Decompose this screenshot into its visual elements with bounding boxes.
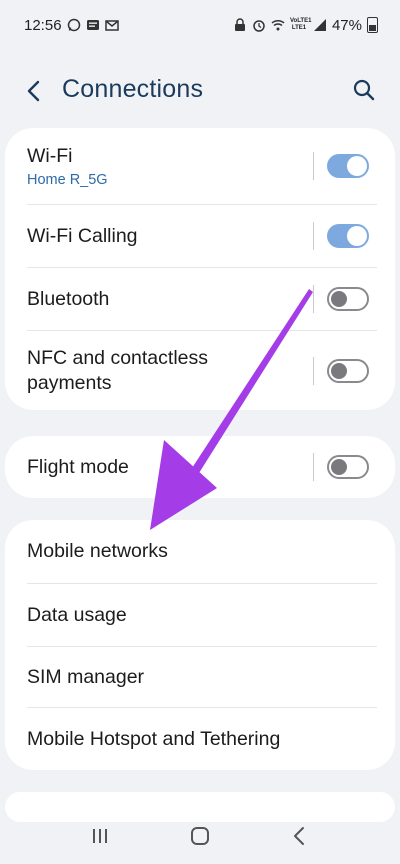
wifi-separator xyxy=(313,152,314,180)
nfc-text: NFC and contactless payments xyxy=(27,346,208,396)
battery-icon xyxy=(367,17,378,33)
connectivity-card: Wi-Fi Home R_5G Wi-Fi Calling Bluetooth … xyxy=(5,128,395,410)
search-icon[interactable] xyxy=(352,78,376,102)
nfc-toggle-knob xyxy=(331,363,347,379)
wifi-calling-separator xyxy=(313,222,314,250)
nav-back-icon xyxy=(294,827,304,845)
data-usage-label: Data usage xyxy=(27,603,127,626)
sim-manager-row[interactable]: SIM manager xyxy=(5,647,395,707)
gmail-icon xyxy=(104,20,119,31)
mobile-hotspot-label: Mobile Hotspot and Tethering xyxy=(27,727,281,750)
status-left: 12:56 xyxy=(24,17,119,34)
bluetooth-toggle-knob xyxy=(331,291,347,307)
wifi-toggle[interactable] xyxy=(327,154,369,178)
network-type-label: VoLTE1 LTE1 xyxy=(289,18,312,31)
bluetooth-separator xyxy=(313,285,314,313)
recent-apps-button[interactable] xyxy=(85,821,115,851)
page-title: Connections xyxy=(62,75,204,103)
back-arrow-icon[interactable] xyxy=(22,78,48,104)
battery-percent: 47% xyxy=(331,16,362,34)
wifi-calling-toggle-knob xyxy=(347,226,367,246)
recent-apps-icon xyxy=(93,829,107,843)
flight-mode-toggle[interactable] xyxy=(327,455,369,479)
nfc-separator xyxy=(313,357,314,385)
sim-manager-label: SIM manager xyxy=(27,665,145,688)
message-icon xyxy=(86,20,99,30)
navigation-bar xyxy=(0,808,400,864)
bluetooth-toggle[interactable] xyxy=(327,287,369,311)
wifi-network-name: Home R_5G xyxy=(27,172,108,188)
signal-icon xyxy=(313,19,326,31)
data-usage-row[interactable]: Data usage xyxy=(5,584,395,646)
home-button[interactable] xyxy=(185,821,215,851)
mobile-networks-label: Mobile networks xyxy=(27,540,168,562)
whatsapp-icon xyxy=(67,18,80,32)
app-header: Connections xyxy=(0,58,400,122)
wifi-calling-label: Wi-Fi Calling xyxy=(27,224,138,247)
nfc-label-line2: payments xyxy=(27,371,112,394)
wifi-text: Wi-Fi Home R_5G xyxy=(27,144,108,188)
status-time: 12:56 xyxy=(24,16,62,34)
home-icon xyxy=(191,827,209,845)
nfc-toggle[interactable] xyxy=(327,359,369,383)
bluetooth-label: Bluetooth xyxy=(27,287,110,310)
flight-mode-separator xyxy=(313,453,314,481)
mobile-hotspot-row[interactable]: Mobile Hotspot and Tethering xyxy=(5,708,395,770)
wifi-label: Wi-Fi xyxy=(27,145,73,167)
nfc-label-line1: NFC and contactless xyxy=(27,346,208,369)
wifi-toggle-knob xyxy=(347,156,367,176)
wifi-icon xyxy=(271,19,285,31)
mobile-networks-row[interactable]: Mobile networks xyxy=(5,520,395,583)
back-button[interactable] xyxy=(285,821,315,851)
flight-mode-label: Flight mode xyxy=(27,455,129,478)
network-settings-card: Mobile networks Data usage SIM manager M… xyxy=(5,520,395,770)
status-bar: 12:56 VoLTE1 LTE1 47% xyxy=(0,0,400,50)
status-right: VoLTE1 LTE1 47% xyxy=(233,17,378,34)
lock-alarm-icon xyxy=(234,18,245,31)
wifi-calling-toggle[interactable] xyxy=(327,224,369,248)
flight-mode-card: Flight mode xyxy=(5,436,395,498)
flight-mode-toggle-knob xyxy=(331,459,347,475)
alarm-icon xyxy=(253,20,265,32)
